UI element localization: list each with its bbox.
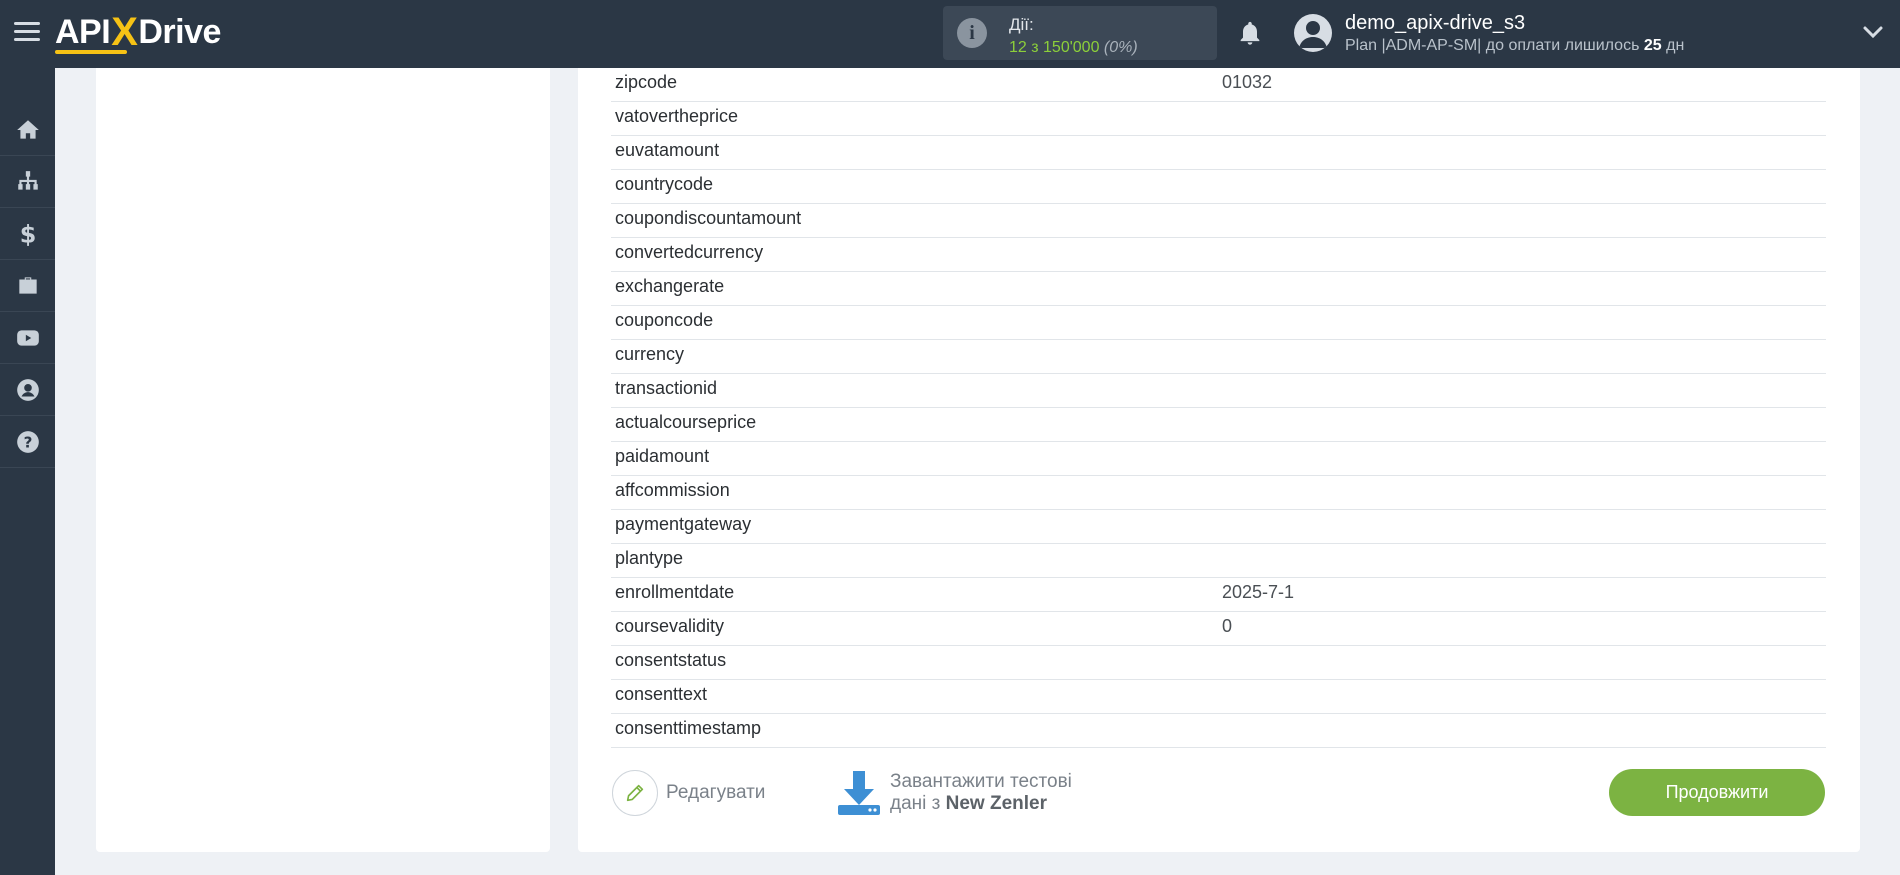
avatar[interactable] [1294, 14, 1332, 52]
table-row: consentstatus [611, 646, 1826, 680]
download-test-data-button[interactable]: Завантажити тестові дані з New Zenler [836, 768, 1072, 818]
table-row: actualcourseprice [611, 408, 1826, 442]
plan-text: Plan |ADM-AP-SM| до оплати лишилось [1345, 37, 1640, 54]
sidebar-item-services[interactable] [0, 260, 55, 312]
download-label-prefix: дані з [890, 793, 941, 814]
continue-button[interactable]: Продовжити [1609, 769, 1825, 816]
logo-underline [55, 50, 127, 54]
table-row: consenttext [611, 680, 1826, 714]
field-key: consenttext [615, 684, 708, 704]
actions-count-value: 12 з 150'000 [1009, 39, 1100, 56]
table-row: euvatamount [611, 136, 1826, 170]
field-key: currency [615, 344, 685, 364]
bell-icon[interactable] [1236, 18, 1264, 48]
field-value: 01032 [1222, 72, 1273, 92]
actions-label: Дії: [1009, 15, 1034, 34]
plan-days-unit: дн [1666, 37, 1685, 54]
sidebar: $ ? [0, 68, 55, 875]
table-row: consenttimestamp [611, 714, 1826, 748]
field-key: consentstatus [615, 650, 727, 670]
field-key: zipcode [615, 72, 678, 92]
table-row: coupondiscountamount [611, 204, 1826, 238]
table-row: transactionid [611, 374, 1826, 408]
table-row: vatovertheprice [611, 102, 1826, 136]
field-key: countrycode [615, 174, 714, 194]
field-key: transactionid [615, 378, 718, 398]
field-value: 0 [1222, 616, 1233, 636]
svg-text:$: $ [19, 221, 36, 247]
username[interactable]: demo_apix-drive_s3 [1345, 12, 1525, 35]
actions-count-percent: (0%) [1103, 39, 1138, 56]
table-row: zipcode 01032 [611, 68, 1826, 102]
sidebar-item-billing[interactable]: $ [0, 208, 55, 260]
actions-count: 12 з 150'000 (0%) [1009, 39, 1138, 57]
field-value: 2025-7-1 [1222, 582, 1295, 602]
top-bar: API X Drive i Дії: 12 з 150'000 (0%) demo_… [0, 0, 1900, 68]
youtube-icon [16, 329, 39, 346]
field-key: couponcode [615, 310, 714, 330]
table-row: exchangerate [611, 272, 1826, 306]
logo-text-left: API [55, 12, 111, 51]
table-row: enrollmentdate 2025-7-1 [611, 578, 1826, 612]
field-key: paymentgateway [615, 514, 752, 534]
download-label-line1: Завантажити тестові [890, 771, 1072, 792]
field-key: exchangerate [615, 276, 725, 296]
svg-text:?: ? [23, 433, 32, 451]
logo-text-x: X [111, 9, 138, 54]
field-key: coupondiscountamount [615, 208, 802, 228]
table-row: currency [611, 340, 1826, 374]
field-key: convertedcurrency [615, 242, 764, 262]
field-key: coursevalidity [615, 616, 725, 636]
table-row: couponcode [611, 306, 1826, 340]
logo-text-right: Drive [138, 12, 221, 51]
sidebar-item-connections[interactable] [0, 156, 55, 208]
data-preview-panel: zipcode 01032 vatovertheprice euvatamount co… [578, 68, 1860, 852]
plan-days: 25 [1643, 37, 1662, 54]
table-row: paidamount [611, 442, 1826, 476]
edit-button-label: Редагувати [666, 782, 766, 803]
field-key: enrollmentdate [615, 582, 735, 602]
table-row: coursevalidity 0 [611, 612, 1826, 646]
help-icon: ? [16, 430, 39, 453]
sidebar-item-profile[interactable] [0, 364, 55, 416]
menu-icon[interactable] [14, 22, 40, 44]
field-key: vatovertheprice [615, 106, 739, 126]
dollar-icon: $ [19, 221, 36, 247]
download-label: Завантажити тестові дані з New Zenler [890, 771, 1072, 815]
download-label-line2: дані з New Zenler [890, 793, 1072, 815]
table-row: paymentgateway [611, 510, 1826, 544]
field-key: paidamount [615, 446, 710, 466]
download-source-name: New Zenler [945, 793, 1048, 814]
chevron-down-icon[interactable] [1862, 24, 1884, 40]
sitemap-icon [17, 170, 38, 190]
edit-button[interactable]: Редагувати [612, 769, 765, 817]
field-key: actualcourseprice [615, 412, 757, 432]
pencil-icon [626, 784, 644, 802]
plan-info: Plan |ADM-AP-SM| до оплати лишилось 25 д… [1345, 37, 1684, 55]
table-row: affcommission [611, 476, 1826, 510]
info-icon: i [957, 18, 987, 48]
sidebar-item-help[interactable]: ? [0, 416, 55, 468]
actions-counter: i Дії: 12 з 150'000 (0%) [943, 6, 1217, 60]
sidebar-item-home[interactable] [0, 104, 55, 156]
sidebar-item-video[interactable] [0, 312, 55, 364]
field-key: euvatamount [615, 140, 720, 160]
user-avatar-icon [1299, 21, 1327, 48]
table-row: plantype [611, 544, 1826, 578]
home-icon [16, 119, 39, 139]
field-list: zipcode 01032 vatovertheprice euvatamount co… [611, 68, 1826, 748]
briefcase-icon [18, 276, 37, 294]
apixdrive-logo[interactable]: API X Drive [55, 9, 221, 54]
field-key: consenttimestamp [615, 718, 762, 738]
download-icon [838, 771, 880, 815]
pencil-icon-wrap [612, 770, 658, 816]
user-circle-icon [16, 378, 39, 401]
left-panel [96, 68, 550, 852]
field-key: affcommission [615, 480, 730, 500]
table-row: convertedcurrency [611, 238, 1826, 272]
table-row: countrycode [611, 170, 1826, 204]
field-key: plantype [615, 548, 684, 568]
